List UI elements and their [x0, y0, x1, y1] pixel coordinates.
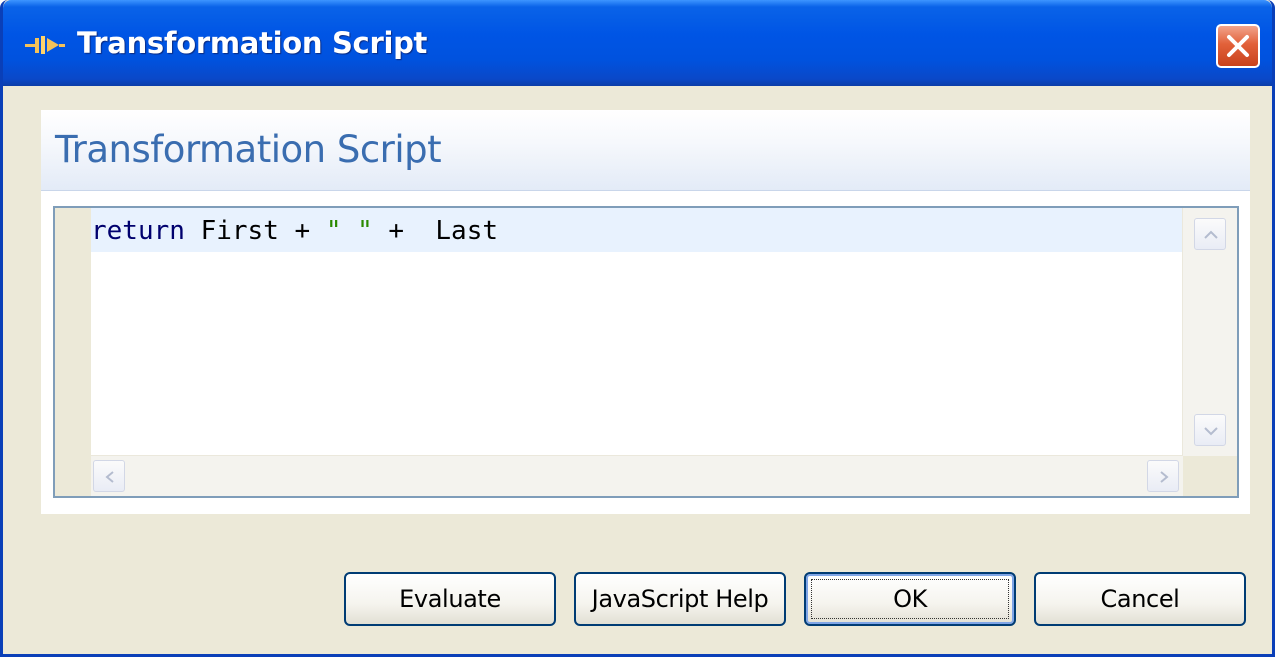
code-keyword: return — [91, 216, 185, 246]
vertical-scrollbar[interactable] — [1182, 208, 1237, 456]
editor-gutter — [55, 208, 91, 496]
script-editor[interactable]: return First + " " + Last — [53, 206, 1239, 498]
chevron-down-icon — [1204, 427, 1218, 436]
scroll-up-button[interactable] — [1194, 218, 1226, 250]
scroll-right-button[interactable] — [1147, 460, 1179, 492]
close-icon — [1227, 35, 1249, 57]
evaluate-button-label: Evaluate — [399, 585, 501, 613]
code-line[interactable]: return First + " " + Last — [91, 208, 1183, 252]
scrollbar-corner — [1183, 456, 1237, 496]
ok-button[interactable]: OK — [804, 572, 1016, 626]
scroll-down-button[interactable] — [1194, 414, 1226, 446]
cancel-button-label: Cancel — [1100, 585, 1180, 613]
script-panel: Transformation Script return First + " "… — [41, 110, 1250, 514]
chevron-left-icon — [105, 471, 114, 483]
horizontal-scrollbar[interactable] — [91, 455, 1183, 496]
code-text: First + — [184, 216, 326, 246]
scroll-left-button[interactable] — [93, 460, 125, 492]
panel-title: Transformation Script — [55, 128, 442, 171]
chevron-right-icon — [1160, 471, 1169, 483]
close-button[interactable] — [1216, 24, 1260, 68]
transformation-icon — [25, 36, 65, 54]
window-title: Transformation Script — [77, 26, 428, 60]
title-bar[interactable]: Transformation Script — [3, 0, 1272, 86]
code-string: " " — [325, 216, 373, 246]
javascript-help-button-label: JavaScript Help — [591, 585, 769, 613]
javascript-help-button[interactable]: JavaScript Help — [574, 572, 786, 626]
panel-header: Transformation Script — [41, 110, 1250, 191]
evaluate-button[interactable]: Evaluate — [344, 572, 556, 626]
code-area[interactable]: return First + " " + Last — [91, 208, 1183, 456]
chevron-up-icon — [1204, 230, 1218, 239]
cancel-button[interactable]: Cancel — [1034, 572, 1246, 626]
ok-button-label: OK — [893, 585, 927, 613]
dialog-window: Transformation Script Transformation Scr… — [0, 0, 1275, 657]
code-text: + Last — [372, 216, 499, 246]
